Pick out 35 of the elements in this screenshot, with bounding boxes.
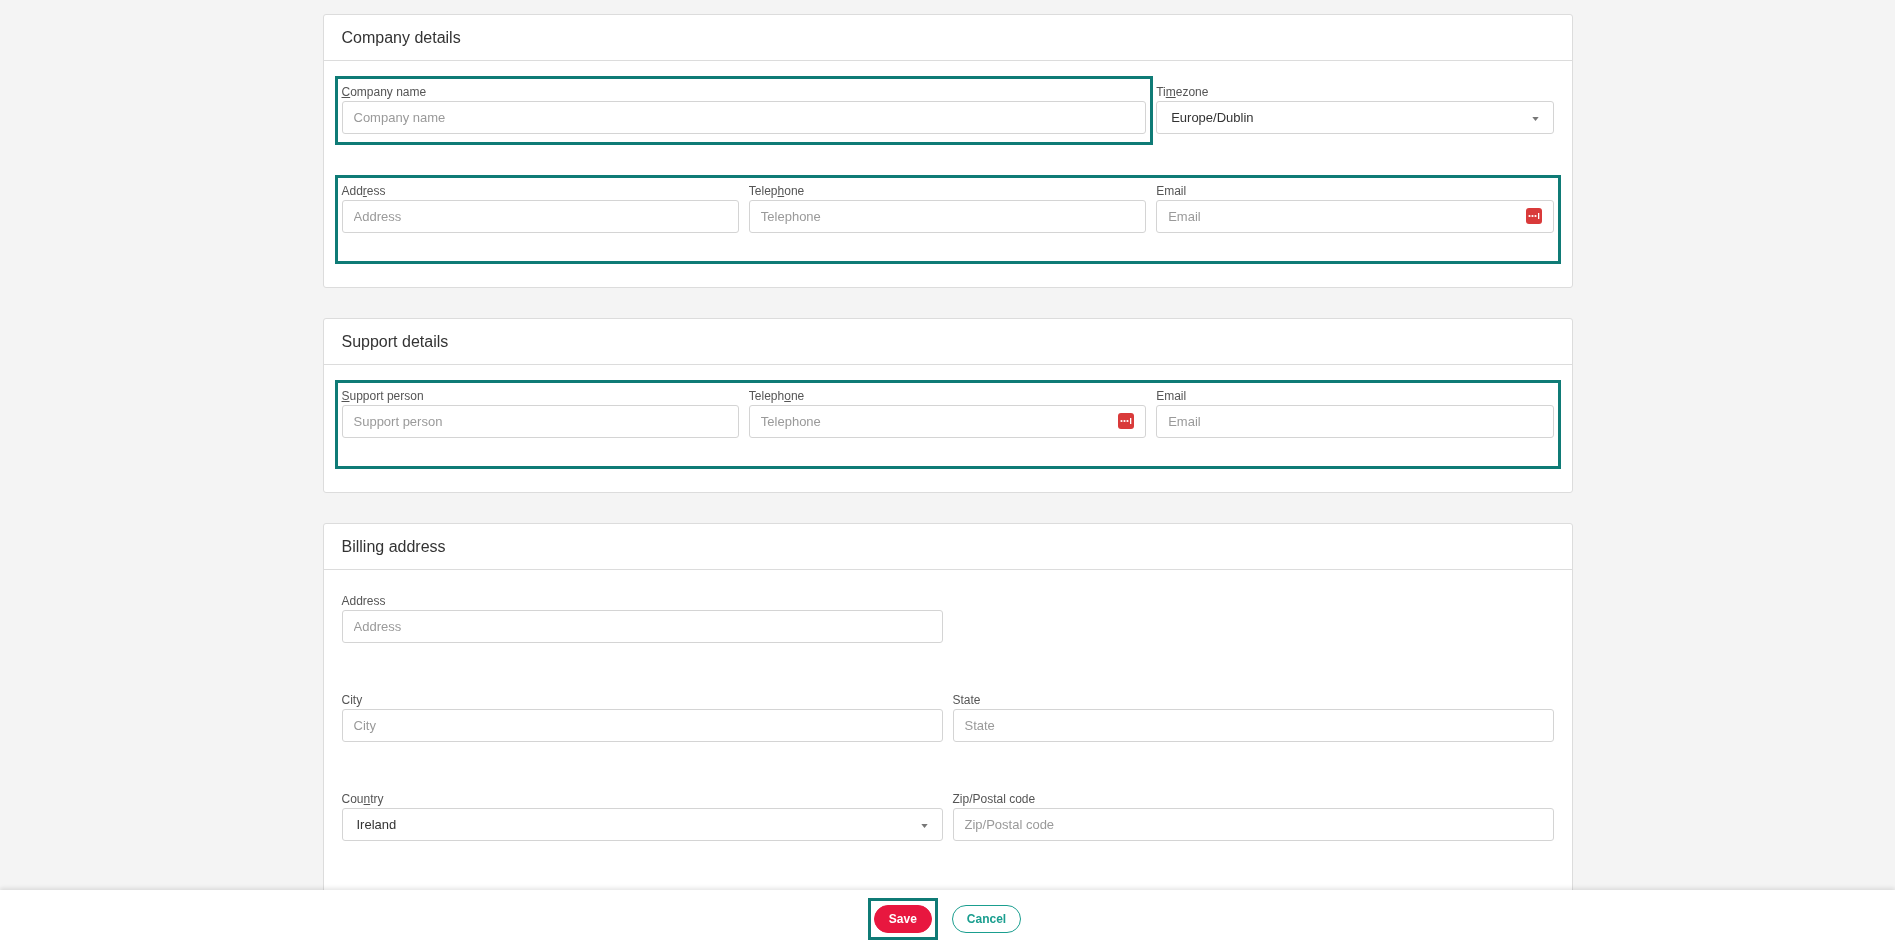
text-input[interactable]: Telephone — [748, 200, 1147, 233]
field-label: Address — [341, 593, 386, 610]
field-label: Telephone — [748, 388, 805, 405]
text-input[interactable]: Email — [1156, 405, 1554, 438]
select-value: Ireland — [356, 815, 397, 834]
field-label: Company name — [341, 84, 427, 101]
text-input[interactable]: Company name — [341, 101, 1147, 134]
field-label: Zip/Postal code — [952, 791, 1036, 808]
text-input[interactable]: Email — [1156, 200, 1554, 233]
password-manager-icon[interactable] — [1118, 413, 1135, 429]
section-title: Support details — [341, 331, 449, 352]
section-title: Billing address — [341, 536, 446, 557]
text-input[interactable]: Address — [341, 610, 943, 643]
field-label: Country — [341, 791, 384, 808]
field-label: State — [952, 692, 981, 709]
text-input[interactable]: Address — [341, 200, 739, 233]
text-input[interactable]: Telephone — [748, 405, 1147, 438]
text-input[interactable]: City — [341, 709, 943, 742]
save-button[interactable]: Save — [873, 904, 932, 933]
field-label: Timezone — [1156, 84, 1209, 101]
field-label: City — [341, 692, 363, 709]
field-label: Email — [1156, 183, 1187, 200]
field-label: Support person — [341, 388, 424, 405]
text-input[interactable]: State — [952, 709, 1554, 742]
select-field[interactable]: Europe/Dublin — [1156, 101, 1554, 134]
caret-down-icon — [920, 824, 928, 828]
caret-down-icon — [1531, 117, 1539, 121]
select-value: Europe/Dublin — [1171, 108, 1254, 127]
text-input[interactable]: Zip/Postal code — [952, 808, 1554, 841]
field-label: Email — [1156, 388, 1187, 405]
section-title: Company details — [341, 27, 461, 48]
select-field[interactable]: Ireland — [341, 808, 943, 841]
text-input[interactable]: Support person — [341, 405, 739, 438]
field-label: Address — [341, 183, 386, 200]
field-label: Telephone — [748, 183, 805, 200]
